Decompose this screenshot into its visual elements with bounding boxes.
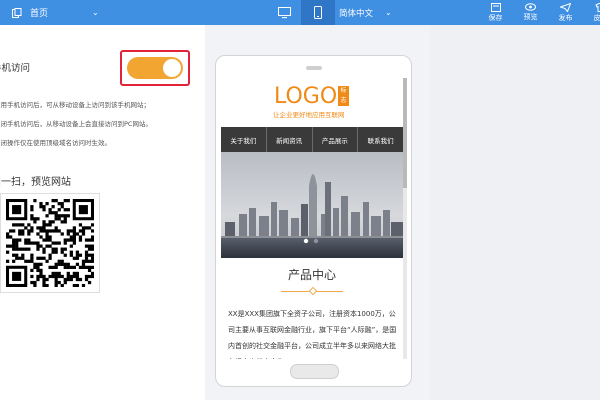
qr-code-image [6, 199, 94, 287]
logo-tagline: 让企业更好地应用互联网 [273, 111, 345, 119]
logo-text: LOGO [274, 84, 338, 109]
desktop-icon [277, 6, 291, 18]
toggle-knob [163, 59, 181, 77]
site-header: LOGO 标志 让企业更好地应用互联网 [221, 78, 403, 126]
nav-item-about[interactable]: 关于我们 [221, 127, 267, 152]
page-select[interactable]: 首页 ⌄ [12, 0, 99, 25]
publish-button[interactable]: 发布 [548, 0, 583, 25]
qr-title: 扫一扫，预览网站 [0, 177, 71, 188]
qr-code [0, 193, 100, 293]
preview-scrollbar[interactable] [403, 78, 407, 359]
mobile-view-button[interactable] [301, 0, 335, 25]
eye-icon [525, 3, 536, 11]
city-skyline-banner [221, 152, 403, 258]
nav-item-products[interactable]: 产品展示 [313, 127, 359, 152]
preview-label: 预览 [523, 13, 538, 21]
nav-item-contact[interactable]: 联系我们 [358, 127, 403, 152]
language-select-label: 简体中文 [339, 8, 374, 19]
slide-indicator-active [303, 238, 309, 244]
settings-panel: 手机访问 启用手机访问后，可从移动设备上访问到该手机网站； 关闭手机访问后，从移… [0, 25, 205, 400]
section-title: 产品中心 [287, 268, 336, 282]
workspace-background [430, 25, 600, 400]
mobile-access-label: 手机访问 [0, 63, 31, 74]
divider-dot-icon [308, 286, 318, 296]
note-enable: 启用手机访问后，可从移动设备上访问到该手机网站； [0, 101, 150, 109]
site-nav: 关于我们 新闻资讯 产品展示 联系我们 [221, 127, 403, 152]
toggle-highlight [120, 50, 190, 86]
desktop-view-button[interactable] [267, 0, 301, 25]
phone-speaker [306, 66, 322, 70]
action-bar: 保存 预览 发布 皮肤 [478, 0, 600, 25]
phone-home-button [290, 364, 339, 379]
mobile-icon [314, 6, 322, 19]
publish-label: 发布 [558, 13, 573, 22]
mobile-access-toggle[interactable] [127, 57, 183, 79]
save-button[interactable]: 保存 [478, 0, 513, 25]
send-icon [560, 2, 571, 12]
top-toolbar: 首页 ⌄ 简体中文 ⌄ 保存 预览 发布 皮 [0, 0, 600, 25]
nav-item-news[interactable]: 新闻资讯 [267, 127, 313, 152]
chevron-down-icon: ⌄ [385, 8, 392, 17]
language-select[interactable]: 简体中文 ⌄ [339, 0, 392, 25]
phone-preview: LOGO 标志 让企业更好地应用互联网 关于我们 新闻资讯 产品展示 联系我们 [215, 55, 412, 387]
preview-button[interactable]: 预览 [513, 0, 548, 25]
pages-icon [12, 7, 22, 18]
company-intro-text: XX是XXX集团旗下全资子公司，注册资本1000万，公司主要从事互联网金融行业，… [228, 310, 397, 359]
skin-label: 皮肤 [593, 13, 600, 22]
skin-icon [595, 2, 600, 12]
note-domain: 关闭操作仅在使用顶级域名访问时生效。 [0, 139, 111, 147]
scrollbar-thumb[interactable] [403, 78, 407, 188]
chevron-down-icon: ⌄ [92, 8, 99, 17]
skin-button[interactable]: 皮肤 [583, 0, 600, 25]
device-switcher [267, 0, 335, 25]
phone-screen: LOGO 标志 让企业更好地应用互联网 关于我们 新闻资讯 产品展示 联系我们 [221, 78, 407, 359]
note-disable: 关闭手机访问后，从移动设备上会直接访问到PC网站。 [0, 120, 152, 128]
logo-badge: 标志 [338, 86, 349, 106]
page-select-label: 首页 [30, 9, 49, 19]
save-icon [490, 2, 501, 12]
save-label: 保存 [488, 13, 503, 22]
slide-indicator [313, 238, 319, 244]
